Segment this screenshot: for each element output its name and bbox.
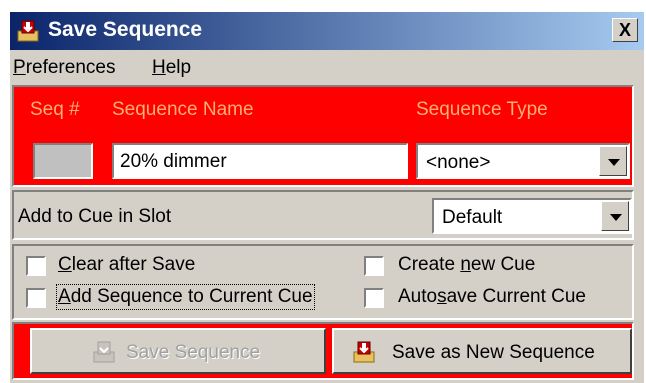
save-as-new-sequence-label: Save as New Sequence — [392, 342, 595, 363]
sequence-name-input[interactable]: 20% dimmer — [112, 143, 408, 179]
close-button[interactable]: X — [612, 18, 638, 42]
create-new-cue-text-b: ew Cue — [470, 254, 536, 275]
menu-help[interactable]: Help — [152, 57, 191, 79]
add-to-current-cue-mnemonic: A — [58, 286, 71, 307]
autosave-text-b: ave Current Cue — [446, 286, 586, 307]
clear-after-save-label[interactable]: Clear after Save — [58, 254, 195, 276]
slot-select[interactable]: Default — [432, 198, 632, 234]
options-group: Clear after Save Add Sequence to Current… — [12, 244, 634, 320]
create-new-cue-label[interactable]: Create new Cue — [398, 254, 535, 276]
sequence-name-header: Sequence Name — [112, 99, 254, 120]
sequence-type-select[interactable]: <none> — [416, 143, 630, 179]
clear-after-save-checkbox[interactable] — [26, 256, 46, 276]
save-sequence-app-icon — [17, 20, 39, 42]
menu-help-label: elp — [165, 57, 192, 78]
add-to-current-cue-label[interactable]: Add Sequence to Current Cue — [56, 284, 315, 310]
seq-num-header: Seq # — [30, 99, 80, 120]
close-icon: X — [618, 20, 631, 40]
save-sequence-window: Save Sequence X Preferences Help Seq # S… — [10, 12, 644, 383]
save-sequence-button[interactable]: Save Sequence — [30, 328, 326, 374]
slot-group: Add to Cue in Slot Default — [12, 190, 634, 240]
save-as-new-sequence-button[interactable]: Save as New Sequence — [332, 328, 632, 374]
add-to-current-cue-checkbox[interactable] — [26, 288, 46, 308]
clear-after-save-mnemonic: C — [58, 254, 72, 275]
autosave-mnemonic: s — [437, 286, 447, 307]
autosave-text-a: Auto — [398, 286, 438, 307]
save-sequence-label: Save Sequence — [126, 342, 261, 363]
save-sequence-icon — [93, 341, 115, 363]
sequence-type-value: <none> — [426, 152, 491, 173]
slot-dropdown-button[interactable] — [601, 201, 629, 231]
create-new-cue-text-a: Create — [398, 254, 461, 275]
sequence-panel: Seq # Sequence Name Sequence Type 20% di… — [12, 85, 634, 187]
menu-preferences-mnemonic: P — [13, 57, 26, 78]
button-panel: Save Sequence Save as New Sequence — [12, 322, 634, 380]
window-title: Save Sequence — [48, 18, 203, 41]
sequence-type-header: Sequence Type — [416, 99, 548, 120]
sequence-type-dropdown-button[interactable] — [599, 146, 627, 176]
chevron-down-icon — [608, 159, 620, 166]
autosave-current-cue-checkbox[interactable] — [364, 288, 384, 308]
slot-value: Default — [442, 207, 503, 228]
add-to-current-cue-text: dd Sequence to Current Cue — [70, 286, 313, 307]
menu-preferences[interactable]: Preferences — [13, 57, 115, 79]
autosave-current-cue-label[interactable]: Autosave Current Cue — [398, 286, 586, 308]
clear-after-save-text: lear after Save — [71, 254, 196, 275]
save-as-new-icon — [353, 341, 375, 363]
seq-num-field[interactable] — [33, 143, 93, 179]
create-new-cue-mnemonic: n — [460, 254, 471, 275]
menu-preferences-label: references — [25, 57, 116, 78]
slot-label: Add to Cue in Slot — [18, 206, 172, 227]
menu-bar: Preferences Help — [10, 50, 644, 84]
menu-help-mnemonic: H — [152, 57, 166, 78]
create-new-cue-checkbox[interactable] — [364, 256, 384, 276]
title-bar[interactable]: Save Sequence X — [10, 12, 644, 50]
chevron-down-icon — [610, 214, 622, 221]
